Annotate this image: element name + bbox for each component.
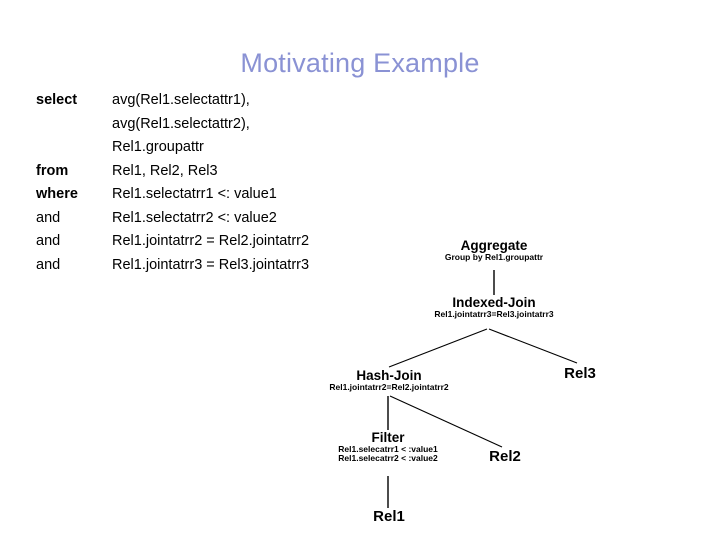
sql-line: avg(Rel1.selectattr2), bbox=[36, 116, 376, 140]
sql-query-block: select avg(Rel1.selectattr1), avg(Rel1.s… bbox=[36, 92, 376, 280]
sql-keyword: and bbox=[36, 209, 61, 226]
plan-node-hash-join-subtitle: Rel1.jointatrr2=Rel2.jointatrr2 bbox=[329, 381, 449, 392]
page-title: Motivating Example bbox=[240, 48, 480, 78]
plan-node-hash-join[interactable]: Hash-Join Rel1.jointatrr2=Rel2.jointatrr… bbox=[329, 369, 448, 392]
sql-line: select avg(Rel1.selectattr1), bbox=[36, 92, 376, 116]
sql-line: Rel1.groupattr bbox=[36, 139, 376, 163]
plan-node-indexed-join-subtitle: Rel1.jointatrr3=Rel3.jointatrr3 bbox=[434, 308, 554, 319]
sql-expression: Rel1.groupattr bbox=[112, 139, 204, 155]
plan-node-indexed-join-title: Indexed-Join bbox=[452, 295, 536, 310]
plan-node-rel3-title: Rel3 bbox=[564, 365, 596, 382]
sql-expression: Rel1, Rel2, Rel3 bbox=[112, 162, 218, 179]
plan-node-filter-predicate-2: Rel1.selecatrr2 < :value2 bbox=[338, 453, 438, 464]
plan-node-filter-title: Filter bbox=[371, 430, 405, 445]
sql-line: and Rel1.jointatrr2 = Rel2.jointatrr2 bbox=[36, 233, 376, 257]
sql-line: from Rel1, Rel2, Rel3 bbox=[36, 163, 376, 187]
sql-expression: Rel1.jointatrr3 = Rel3.jointatrr3 bbox=[112, 256, 310, 273]
sql-line: where Rel1.selectatrr1 <: value1 bbox=[36, 186, 376, 210]
plan-node-filter[interactable]: Filter Rel1.selecatrr1 < :value1 Rel1.se… bbox=[338, 431, 437, 464]
plan-node-indexed-join[interactable]: Indexed-Join Rel1.jointatrr3=Rel3.jointa… bbox=[434, 296, 553, 319]
edge-indexed-join-to-hash-join bbox=[388, 328, 488, 368]
plan-node-aggregate[interactable]: Aggregate Group by Rel1.groupattr bbox=[445, 239, 543, 262]
edge-indexed-join-to-rel3 bbox=[488, 328, 578, 364]
sql-keyword: where bbox=[36, 186, 78, 202]
plan-node-rel1-title: Rel1 bbox=[373, 508, 405, 525]
sql-expression: Rel1.selectatrr2 <: value2 bbox=[112, 209, 277, 226]
plan-node-aggregate-subtitle: Group by Rel1.groupattr bbox=[444, 251, 544, 262]
plan-node-rel3[interactable]: Rel3 bbox=[564, 365, 596, 382]
sql-line: and Rel1.selectatrr2 <: value2 bbox=[36, 210, 376, 234]
plan-node-hash-join-title: Hash-Join bbox=[356, 368, 422, 383]
sql-keyword: and bbox=[36, 233, 61, 249]
sql-keyword: from bbox=[36, 162, 69, 179]
sql-expression: Rel1.selectatrr1 <: value1 bbox=[112, 186, 277, 202]
plan-node-rel1[interactable]: Rel1 bbox=[373, 508, 405, 525]
plan-node-rel2-title: Rel2 bbox=[489, 448, 521, 465]
sql-expression: Rel1.jointatrr2 = Rel2.jointatrr2 bbox=[112, 233, 310, 249]
sql-keyword: select bbox=[36, 92, 78, 108]
plan-node-aggregate-title: Aggregate bbox=[460, 238, 528, 253]
plan-node-rel2[interactable]: Rel2 bbox=[489, 448, 521, 465]
sql-expression: avg(Rel1.selectattr2), bbox=[112, 115, 250, 132]
sql-keyword: and bbox=[36, 256, 61, 273]
sql-expression: avg(Rel1.selectattr1), bbox=[112, 92, 250, 108]
sql-line: and Rel1.jointatrr3 = Rel3.jointatrr3 bbox=[36, 257, 376, 281]
